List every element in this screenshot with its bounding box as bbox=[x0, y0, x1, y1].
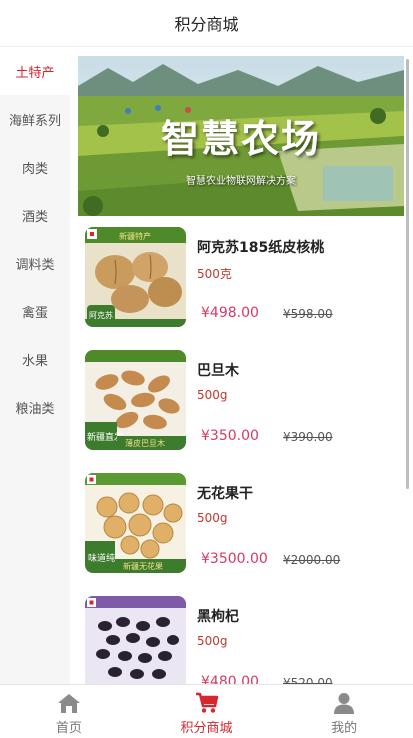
banner-title: 智慧农场 bbox=[160, 116, 321, 161]
product-spec: 500g bbox=[197, 634, 228, 648]
sidebar-item-fruit[interactable]: 水果 bbox=[0, 335, 70, 383]
image-badge-text: 阿克苏 bbox=[89, 310, 113, 320]
product-name[interactable]: 黑枸杞 bbox=[197, 606, 239, 626]
cart-icon bbox=[195, 692, 218, 713]
sidebar-item-liquor[interactable]: 酒类 bbox=[0, 191, 70, 239]
scrollbar[interactable] bbox=[406, 59, 409, 489]
product-original-price: ¥598.00 bbox=[283, 307, 333, 321]
banner-subtitle: 智慧农业物联网解决方案 bbox=[186, 176, 296, 187]
product-price: ¥350.00 bbox=[201, 428, 259, 444]
tab-label: 首页 bbox=[55, 721, 82, 736]
product-image: 新疆直发 薄皮巴旦木 bbox=[85, 350, 186, 450]
product-image: 味道纯正 新疆无花果 bbox=[85, 473, 186, 573]
page-title: 积分商城 bbox=[0, 0, 413, 47]
sidebar-item-meat[interactable]: 肉类 bbox=[0, 143, 70, 191]
image-tag-text: 新疆特产 bbox=[119, 231, 151, 241]
sidebar-item-poultry-eggs[interactable]: 禽蛋 bbox=[0, 287, 70, 335]
sidebar-item-seasoning[interactable]: 调料类 bbox=[0, 239, 70, 287]
almond-image: 新疆直发 薄皮巴旦木 bbox=[85, 350, 186, 450]
product-card[interactable]: 黑枸杞 500g ¥480.00 ¥520.00 bbox=[85, 596, 405, 684]
image-tag-text: 新疆无花果 bbox=[123, 561, 163, 571]
product-spec: 500g bbox=[197, 388, 228, 402]
bottom-tab-bar: 首页 积分商城 我的 bbox=[0, 684, 413, 738]
tab-label: 积分商城 bbox=[180, 721, 233, 736]
tab-profile[interactable]: 我的 bbox=[275, 685, 413, 738]
product-card[interactable]: 新疆特产 阿克苏 阿克苏185纸皮核桃 500克 ¥498.00 ¥598.00 bbox=[85, 227, 405, 337]
sidebar-item-seafood[interactable]: 海鲜系列 bbox=[0, 95, 70, 143]
walnut-image: 新疆特产 阿克苏 bbox=[85, 227, 186, 327]
user-icon bbox=[334, 693, 355, 714]
product-original-price: ¥390.00 bbox=[283, 430, 333, 444]
product-name[interactable]: 巴旦木 bbox=[197, 360, 239, 380]
home-icon bbox=[57, 694, 80, 713]
product-image: 新疆特产 阿克苏 bbox=[85, 227, 186, 327]
dried-fig-image: 味道纯正 新疆无花果 bbox=[85, 473, 186, 573]
product-card[interactable]: 新疆直发 薄皮巴旦木 巴旦木 500g ¥350.00 ¥390.00 bbox=[85, 350, 405, 460]
product-spec: 500g bbox=[197, 511, 228, 525]
product-original-price: ¥520.00 bbox=[283, 676, 333, 684]
product-price: ¥3500.00 bbox=[201, 551, 268, 567]
product-price: ¥498.00 bbox=[201, 305, 259, 321]
banner[interactable]: 智慧农场 智慧农业物联网解决方案 bbox=[78, 56, 404, 216]
product-name[interactable]: 无花果干 bbox=[197, 483, 253, 503]
product-list[interactable]: 智慧农场 智慧农业物联网解决方案 新疆特产 阿克苏 阿克苏185纸皮核桃 500… bbox=[70, 47, 413, 684]
tab-points-mall[interactable]: 积分商城 bbox=[138, 685, 276, 738]
product-original-price: ¥2000.00 bbox=[283, 553, 341, 567]
sidebar-item-grain-oil[interactable]: 粮油类 bbox=[0, 383, 70, 431]
image-tag-text: 薄皮巴旦木 bbox=[125, 438, 165, 448]
product-image bbox=[85, 596, 186, 684]
sidebar-item-local-specialty[interactable]: 土特产 bbox=[0, 47, 70, 95]
product-name[interactable]: 阿克苏185纸皮核桃 bbox=[197, 237, 324, 257]
product-card[interactable]: 味道纯正 新疆无花果 无花果干 500g ¥3500.00 ¥2000.00 bbox=[85, 473, 405, 583]
black-goji-image bbox=[85, 596, 186, 684]
product-spec: 500克 bbox=[197, 267, 232, 281]
category-sidebar: 土特产 海鲜系列 肉类 酒类 调料类 禽蛋 水果 粮油类 bbox=[0, 47, 70, 684]
tab-home[interactable]: 首页 bbox=[0, 685, 138, 738]
product-price: ¥480.00 bbox=[201, 674, 259, 684]
tab-label: 我的 bbox=[331, 721, 358, 736]
